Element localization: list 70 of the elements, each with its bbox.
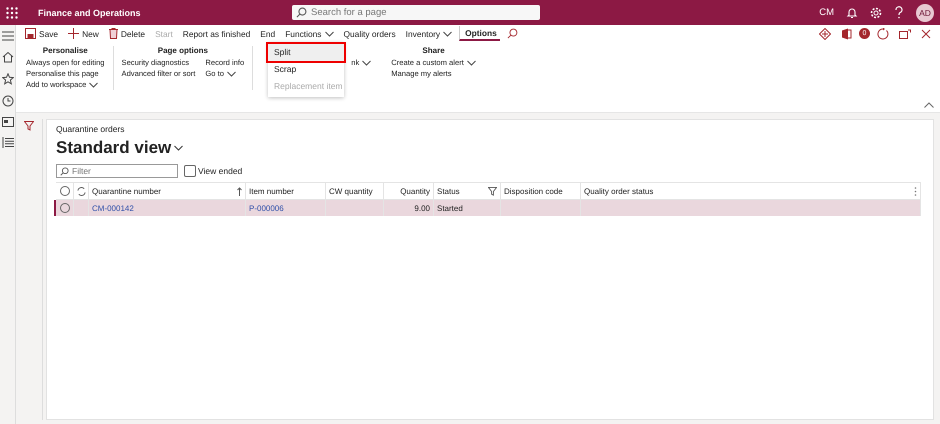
list-icon[interactable] [2, 137, 14, 148]
column-header[interactable]: CW quantity [329, 186, 373, 196]
group-title: Page options [156, 46, 209, 57]
chevron-down-icon [362, 60, 372, 66]
trash-icon [108, 28, 118, 39]
help-icon[interactable] [894, 6, 904, 19]
chevron-down-icon [466, 60, 476, 66]
action-button[interactable]: Report as finished [180, 26, 254, 41]
open-in-new-window-icon[interactable] [899, 28, 911, 38]
action-button[interactable]: Save [22, 26, 62, 41]
chevron-down-icon [443, 30, 452, 36]
filter-field[interactable]: Filter [56, 164, 178, 178]
table-link[interactable]: CM-000142 [92, 204, 134, 212]
action-button[interactable]: Functions [282, 26, 336, 41]
search-icon [60, 166, 69, 176]
column-header[interactable]: Item number [249, 186, 294, 196]
checkbox-label: View ended [198, 166, 242, 176]
more-icon[interactable] [914, 187, 917, 196]
column-header[interactable]: Quality order status [584, 186, 654, 196]
table-cell: 9.00 [414, 204, 430, 212]
search-icon [296, 7, 307, 18]
chevron-down-icon [174, 145, 184, 151]
column-header[interactable]: Quantity [400, 186, 430, 196]
refresh-icon[interactable] [877, 28, 889, 40]
filter-icon [488, 186, 497, 196]
app-launcher-icon[interactable] [6, 6, 18, 18]
action-button[interactable]: New [65, 26, 102, 41]
sort-arrow-icon [237, 186, 242, 196]
action-button[interactable]: Inventory [402, 26, 456, 41]
diamond-icon[interactable] [819, 28, 831, 40]
clock-icon[interactable] [2, 95, 14, 107]
menu-icon[interactable] [2, 31, 14, 41]
row-radio[interactable] [60, 203, 70, 213]
group-title: Personalise [42, 46, 89, 57]
workspace-icon[interactable] [2, 117, 14, 127]
company-selector[interactable]: CM [819, 7, 834, 18]
settings-icon[interactable] [870, 6, 882, 18]
column-header[interactable]: Quarantine number [92, 186, 161, 196]
table-row[interactable]: CM-000142 P-000006 9.00 Started [54, 200, 921, 216]
refresh-icon[interactable] [76, 186, 86, 196]
checkbox[interactable] [184, 165, 196, 177]
column-header[interactable]: Disposition code [504, 186, 563, 196]
user-avatar[interactable]: AD [916, 4, 934, 22]
select-all-radio[interactable] [60, 186, 70, 196]
chevron-up-icon[interactable] [924, 102, 934, 108]
search-input[interactable]: Search for a page [311, 7, 531, 18]
group-title: Share [421, 46, 446, 57]
app-title: Finance and Operations [38, 8, 142, 18]
home-icon[interactable] [2, 51, 14, 63]
menu-item[interactable]: Scrap [268, 61, 344, 78]
filter-icon[interactable] [24, 121, 34, 131]
view-selector[interactable]: Standard view [56, 138, 184, 158]
column-header[interactable]: Status [437, 186, 460, 196]
close-icon[interactable] [921, 28, 931, 38]
search-field[interactable]: Search for a page [292, 5, 540, 20]
chevron-down-icon [324, 30, 334, 36]
save-icon [25, 28, 36, 39]
action-button[interactable]: Delete [106, 26, 148, 41]
plus-icon [68, 28, 80, 39]
menu-item[interactable]: Split [268, 44, 344, 61]
star-icon[interactable] [2, 73, 14, 85]
chevron-down-icon [89, 82, 98, 88]
page-caption: Quarantine orders [56, 124, 126, 134]
action-button[interactable]: End [257, 26, 278, 41]
table-cell: Started [437, 204, 463, 212]
action-button[interactable]: Quality orders [340, 26, 399, 41]
bell-icon[interactable] [846, 6, 858, 18]
table-link[interactable]: P-000006 [249, 204, 284, 212]
chevron-down-icon [226, 70, 236, 76]
search-icon[interactable] [506, 28, 518, 39]
